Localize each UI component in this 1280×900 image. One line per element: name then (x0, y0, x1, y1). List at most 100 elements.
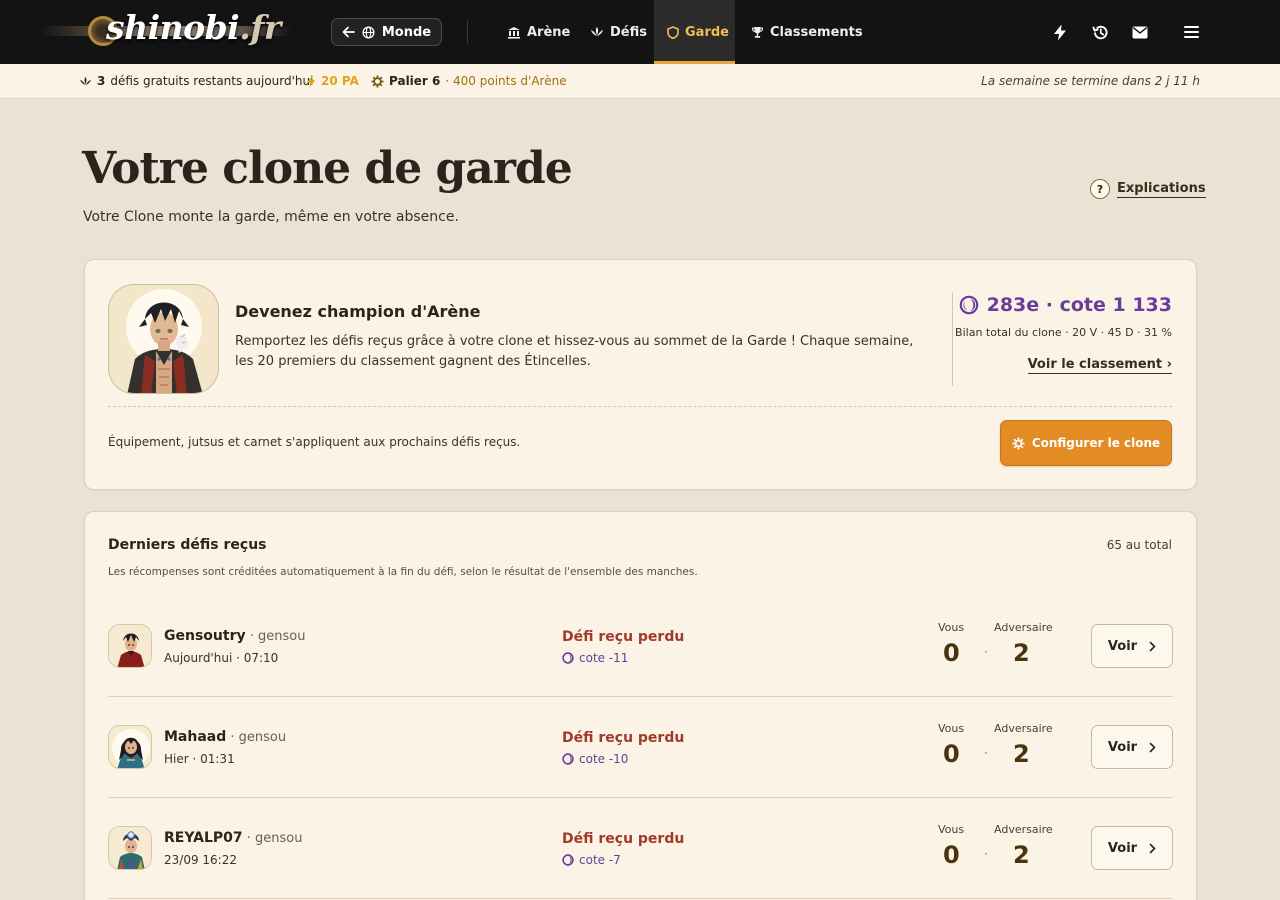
tab-defis[interactable]: Défis (577, 0, 660, 64)
lotus-icon (80, 76, 91, 85)
clone-rank-value: 283e · cote 1 133 (986, 294, 1172, 316)
received-challenges-card: Derniers défis reçus 65 au total Les réc… (84, 511, 1197, 900)
cote-change: cote -7 (562, 853, 621, 867)
top-navigation: shinobi.fr Monde Arène Défis Garde Class… (0, 0, 1280, 64)
tab-garde-label: Garde (685, 24, 729, 40)
vertical-divider (952, 292, 953, 386)
champion-card: Devenez champion d'Arène Remportez les d… (84, 259, 1197, 490)
configure-clone-button[interactable]: Configurer le clone (1000, 420, 1172, 466)
chevron-right-icon (1149, 843, 1156, 853)
explanations-link[interactable]: ? Explications (1090, 179, 1206, 199)
view-label: Voir (1107, 840, 1138, 856)
view-button[interactable]: Voir (1091, 624, 1173, 668)
shield-icon (667, 25, 679, 39)
lotus-icon (590, 26, 604, 38)
dashed-divider (108, 406, 1172, 407)
view-button[interactable]: Voir (1091, 725, 1173, 769)
trophy-icon (751, 26, 764, 39)
arena-icon (507, 26, 521, 39)
free-count: 3 (97, 74, 106, 88)
score-opponent: 2 (1013, 841, 1030, 869)
chevron-right-icon (1149, 742, 1156, 752)
ranking-link[interactable]: Voir le classement › (1027, 357, 1172, 374)
opponent-avatar (108, 725, 152, 769)
table-row: REYALP07 · gensou 23/09 16:22 Défi reçu … (108, 799, 1173, 899)
free-challenges-status: 3 défis gratuits restants aujourd'hui (79, 64, 313, 98)
score-separator: · (984, 746, 988, 760)
tab-defis-label: Défis (610, 24, 647, 40)
tab-classements-label: Classements (770, 24, 863, 40)
lightning-icon (306, 75, 316, 87)
score-separator: · (984, 847, 988, 861)
opponent-name: Mahaad · gensou (164, 729, 287, 745)
mail-icon[interactable] (1130, 22, 1150, 42)
moon-icon (562, 854, 574, 866)
tab-arene-label: Arène (527, 24, 571, 40)
score-opponent: 2 (1013, 740, 1030, 768)
free-text: défis gratuits restants aujourd'hui (110, 74, 314, 88)
lightning-icon[interactable] (1050, 22, 1070, 42)
cote-change: cote -10 (562, 752, 628, 766)
chevron-right-icon (1149, 641, 1156, 651)
palier-value: Palier 6 (389, 74, 441, 88)
monde-button[interactable]: Monde (331, 18, 442, 46)
week-countdown: La semaine se termine dans 2 j 11 h (981, 74, 1200, 88)
tab-garde[interactable]: Garde (654, 0, 735, 64)
explanations-label: Explications (1117, 180, 1206, 198)
help-icon: ? (1090, 179, 1110, 199)
palier-points: · 400 points d'Arène (445, 74, 567, 88)
page-title: Votre clone de garde (82, 143, 573, 194)
opponent-name: REYALP07 · gensou (164, 830, 303, 846)
challenge-result: Défi reçu perdu (562, 831, 685, 847)
received-total: 65 au total (1106, 538, 1172, 552)
score-you: 0 (943, 740, 960, 768)
table-row: Gensoutry · gensou Aujourd'hui · 07:10 D… (108, 597, 1173, 697)
moon-icon (562, 652, 574, 664)
opponent-name: Gensoutry · gensou (164, 628, 306, 644)
page-subtitle: Votre Clone monte la garde, même en votr… (83, 209, 459, 225)
champion-description: Remportez les défis reçus grâce à votre … (235, 334, 914, 369)
opponent-avatar (108, 624, 152, 668)
received-title: Derniers défis reçus (108, 537, 267, 553)
view-label: Voir (1107, 638, 1138, 654)
logo[interactable]: shinobi.fr (40, 6, 292, 58)
clone-rank: 283e · cote 1 133 (959, 294, 1172, 316)
pa-value: 20 PA (321, 74, 359, 88)
clone-stats: Bilan total du clone · 20 V · 45 D · 31 … (955, 326, 1172, 339)
monde-label: Monde (381, 24, 432, 40)
challenge-result: Défi reçu perdu (562, 629, 685, 645)
gear-icon (371, 74, 384, 88)
opponent-avatar (108, 826, 152, 870)
menu-icon[interactable] (1181, 22, 1201, 42)
view-label: Voir (1107, 739, 1138, 755)
clone-avatar (108, 284, 219, 394)
arrow-left-icon (342, 26, 355, 38)
you-label: Vous (938, 823, 965, 836)
history-icon[interactable] (1090, 22, 1110, 42)
score-you: 0 (943, 639, 960, 667)
cote-change: cote -11 (562, 651, 628, 665)
view-button[interactable]: Voir (1091, 826, 1173, 870)
opponent-label: Adversaire (994, 823, 1053, 836)
you-label: Vous (938, 722, 965, 735)
status-bar: 3 défis gratuits restants aujourd'hui 20… (0, 64, 1280, 99)
challenge-date: Aujourd'hui · 07:10 (164, 651, 279, 665)
equipment-note: Équipement, jutsus et carnet s'appliquen… (108, 435, 521, 449)
opponent-label: Adversaire (994, 722, 1053, 735)
score-you: 0 (943, 841, 960, 869)
score-separator: · (984, 645, 988, 659)
challenge-result: Défi reçu perdu (562, 730, 685, 746)
gear-icon (1012, 436, 1025, 450)
tab-arene[interactable]: Arène (494, 0, 583, 64)
tab-classements[interactable]: Classements (738, 0, 876, 64)
champion-title: Devenez champion d'Arène (235, 302, 481, 321)
logo-text: shinobi.fr (106, 8, 281, 47)
pa-status: 20 PA (306, 64, 359, 98)
challenge-date: Hier · 01:31 (164, 752, 235, 766)
challenge-date: 23/09 16:22 (164, 853, 237, 867)
score-opponent: 2 (1013, 639, 1030, 667)
globe-icon (362, 25, 375, 39)
moon-icon (562, 753, 574, 765)
received-note: Les récompenses sont créditées automatiq… (108, 566, 698, 578)
moon-icon (959, 295, 978, 315)
